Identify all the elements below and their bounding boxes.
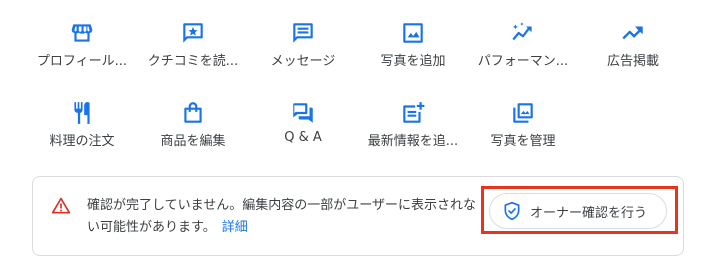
- action-label: Q & A: [284, 130, 322, 145]
- action-manage-photos[interactable]: 写真を管理: [468, 86, 578, 150]
- action-food-order[interactable]: 料理の注文: [27, 86, 137, 150]
- review-star-icon: [180, 20, 206, 46]
- action-edit-profile[interactable]: プロフィール...: [27, 6, 137, 70]
- action-label: 商品を編集: [160, 134, 226, 149]
- storefront-icon: [69, 20, 95, 46]
- shopping-bag-icon: [180, 100, 206, 126]
- notice-text: 確認が完了していません。編集内容の一部がユーザーに表示されない可能性があります。: [87, 198, 476, 235]
- action-performance[interactable]: パフォーマン...: [468, 6, 578, 70]
- ads-trend-icon: [620, 20, 646, 46]
- notice-message: 確認が完了していません。編集内容の一部がユーザーに表示されない可能性があります。…: [87, 195, 477, 239]
- action-label: 広告掲載: [606, 54, 659, 69]
- action-add-photo[interactable]: 写真を追加: [358, 6, 468, 70]
- action-ads[interactable]: 広告掲載: [578, 6, 688, 70]
- verify-owner-button[interactable]: オーナー確認を行う: [489, 193, 667, 229]
- photo-icon: [400, 20, 426, 46]
- action-label: メッセージ: [270, 54, 336, 69]
- action-edit-products[interactable]: 商品を編集: [138, 86, 248, 150]
- action-label: 最新情報を追...: [367, 134, 459, 149]
- action-add-update[interactable]: 最新情報を追...: [358, 86, 468, 150]
- action-messages[interactable]: メッセージ: [248, 6, 358, 70]
- action-read-reviews[interactable]: クチコミを読...: [138, 6, 248, 70]
- action-label: パフォーマン...: [477, 54, 569, 69]
- action-label: 料理の注文: [49, 134, 115, 149]
- shield-check-icon: [502, 201, 522, 221]
- action-label: 写真を追加: [380, 54, 446, 69]
- qa-chat-icon: [290, 100, 316, 126]
- warning-triangle-icon: [51, 196, 71, 216]
- performance-trend-icon: [510, 20, 536, 46]
- action-qa[interactable]: Q & A: [248, 86, 358, 150]
- restaurant-icon: [69, 100, 95, 126]
- message-icon: [290, 20, 316, 46]
- post-add-icon: [400, 100, 426, 126]
- action-label: 写真を管理: [490, 134, 556, 149]
- action-label: クチコミを読...: [147, 54, 239, 69]
- action-label: プロフィール...: [36, 54, 128, 69]
- details-link[interactable]: 詳細: [222, 220, 248, 235]
- photo-library-icon: [510, 100, 536, 126]
- verify-owner-label: オーナー確認を行う: [530, 205, 648, 221]
